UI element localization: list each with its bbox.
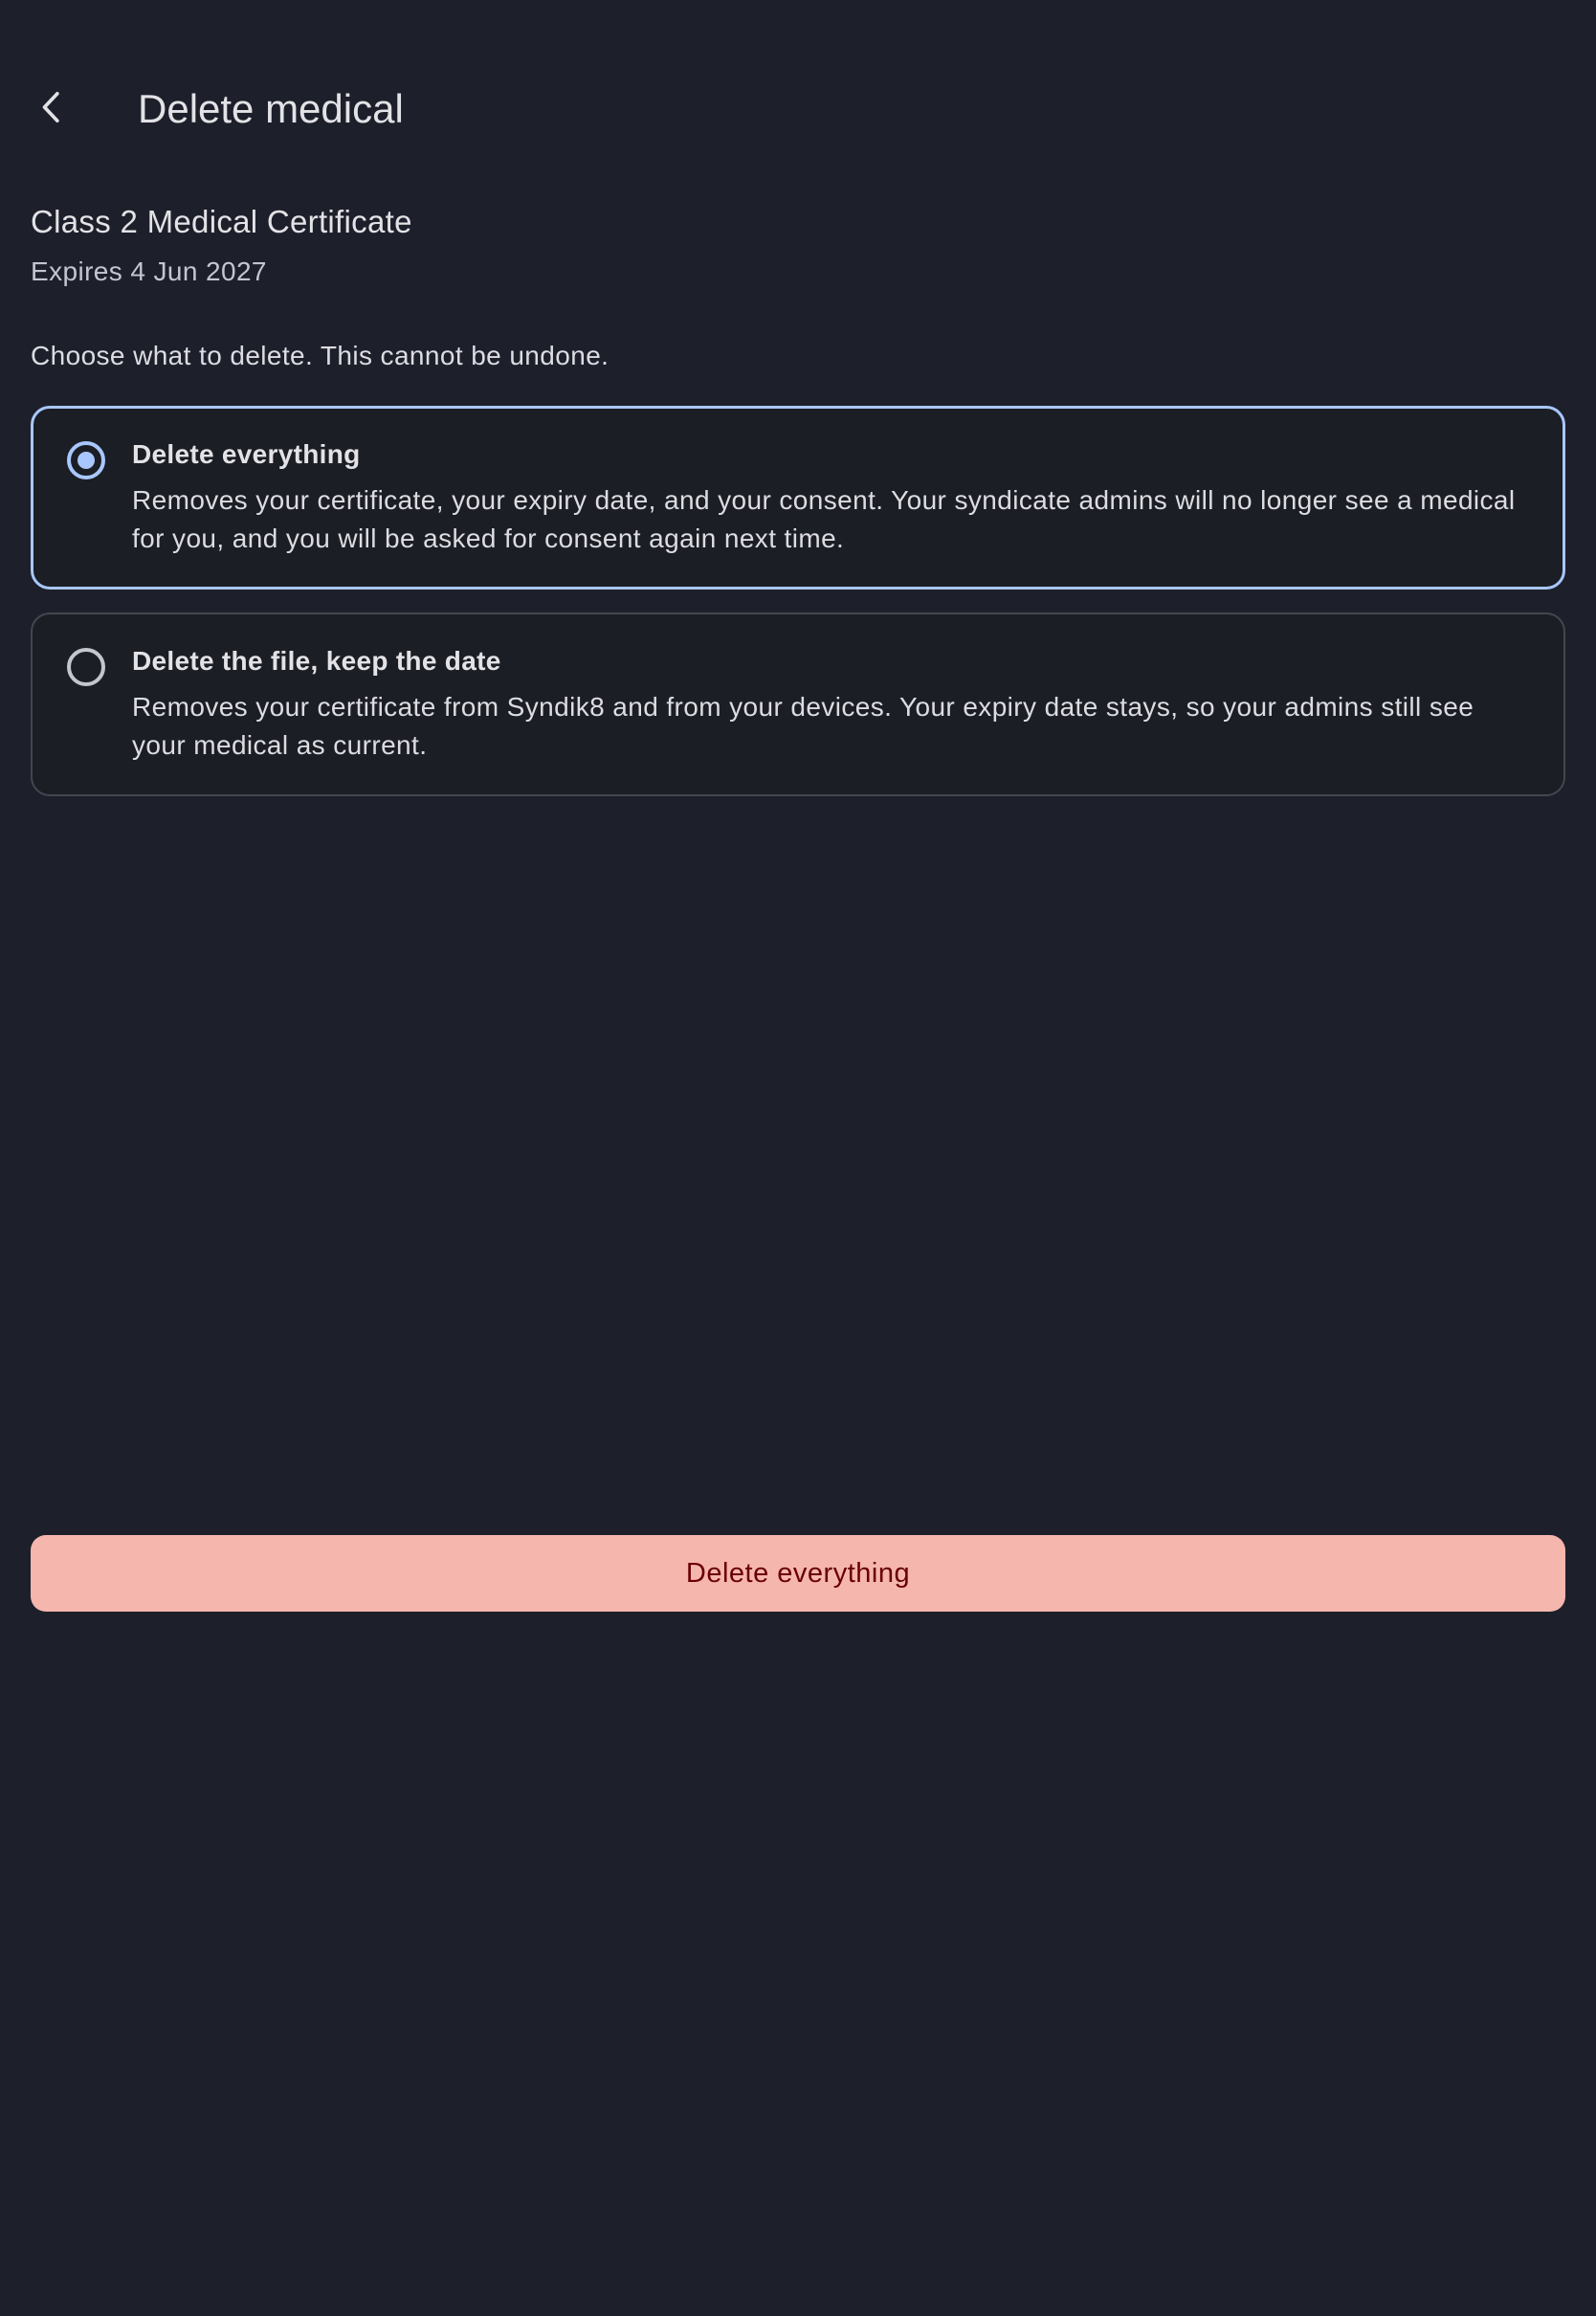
option-title: Delete the file, keep the date bbox=[132, 646, 501, 676]
option-description: Removes your certificate, your expiry da… bbox=[132, 485, 1516, 553]
app-bar: Delete medical bbox=[0, 56, 1596, 174]
instruction-text: Choose what to delete. This cannot be un… bbox=[31, 341, 610, 370]
expiry-date: Expires 4 Jun 2027 bbox=[31, 256, 267, 286]
medical-name: Class 2 Medical Certificate bbox=[31, 204, 412, 239]
option-title: Delete everything bbox=[132, 439, 361, 469]
delete-button[interactable]: Delete everything bbox=[31, 1535, 1565, 1612]
option-description: Removes your certificate from Syndik8 an… bbox=[132, 692, 1474, 760]
radio-selected[interactable] bbox=[67, 441, 105, 479]
option-delete-file-keep-date[interactable]: Delete the file, keep the date Removes y… bbox=[31, 612, 1565, 796]
option-delete-everything[interactable]: Delete everything Removes your certifica… bbox=[31, 406, 1565, 590]
chevron-left-icon bbox=[42, 92, 59, 122]
page-title: Delete medical bbox=[138, 86, 404, 131]
radio-dot bbox=[78, 452, 95, 469]
back-button[interactable] bbox=[21, 77, 82, 138]
radio-unselected[interactable] bbox=[67, 648, 105, 686]
